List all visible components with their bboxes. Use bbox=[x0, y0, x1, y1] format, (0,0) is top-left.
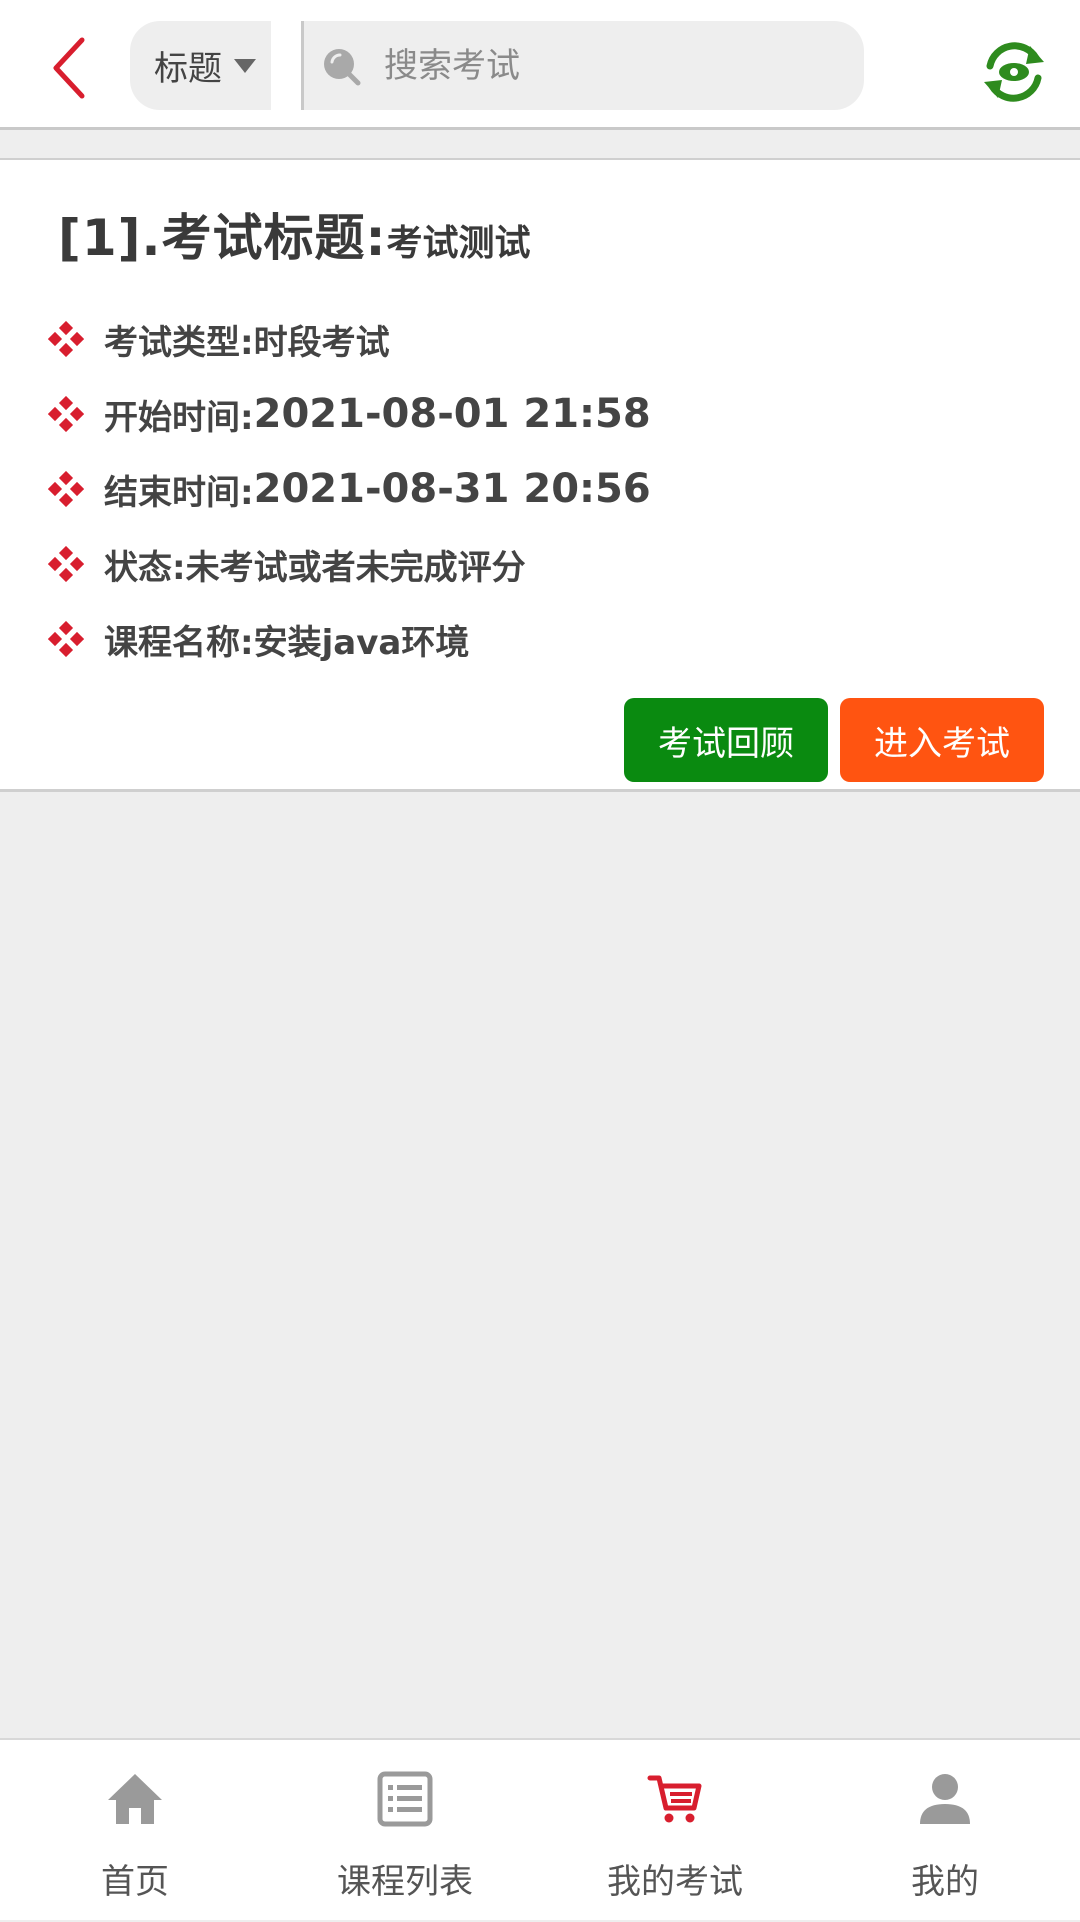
end-time-label: 结束时间: bbox=[104, 472, 254, 513]
exam-review-button[interactable]: 考试回顾 bbox=[624, 698, 828, 782]
nav-label-my-exams: 我的考试 bbox=[607, 1862, 743, 1902]
nav-item-my-exams[interactable]: 我的考试 bbox=[540, 1740, 810, 1922]
exam-type-label: 考试类型: bbox=[104, 322, 254, 363]
end-time-value: 2021-08-31 20:56 bbox=[253, 466, 651, 512]
start-time-row: 开始时间: 2021-08-01 21:58 bbox=[48, 389, 651, 439]
status-label: 状态: bbox=[104, 547, 186, 588]
exam-title: [1].考试标题:考试测试 bbox=[58, 198, 531, 270]
status-value: 未考试或者未完成评分 bbox=[185, 547, 526, 588]
course-name-value: 安装java环境 bbox=[253, 622, 470, 663]
course-name-label: 课程名称: bbox=[104, 622, 254, 663]
diamond-bullet-icon bbox=[48, 471, 84, 507]
diamond-bullet-icon bbox=[48, 546, 84, 582]
nav-item-home[interactable]: 首页 bbox=[0, 1740, 270, 1922]
nav-label-home: 首页 bbox=[101, 1862, 169, 1902]
start-time-label: 开始时间: bbox=[104, 397, 254, 438]
bottom-nav: 首页 课程列表 我的考试 我的 bbox=[0, 1738, 1080, 1920]
nav-label-course-list: 课程列表 bbox=[337, 1862, 473, 1902]
search-box[interactable] bbox=[304, 21, 864, 110]
exam-title-prefix: [1].考试标题: bbox=[58, 209, 387, 267]
home-icon bbox=[108, 1774, 162, 1824]
cart-icon bbox=[647, 1775, 702, 1823]
caret-down-icon bbox=[234, 58, 256, 73]
user-icon bbox=[920, 1774, 970, 1824]
enter-exam-button[interactable]: 进入考试 bbox=[840, 698, 1044, 782]
diamond-bullet-icon bbox=[48, 621, 84, 657]
back-button[interactable] bbox=[40, 28, 112, 108]
exam-type-row: 考试类型: 时段考试 bbox=[48, 314, 390, 364]
search-input[interactable] bbox=[382, 44, 842, 87]
start-time-value: 2021-08-01 21:58 bbox=[253, 391, 651, 437]
status-row: 状态: 未考试或者未完成评分 bbox=[48, 539, 526, 589]
search-divider bbox=[271, 21, 304, 110]
chevron-left-icon bbox=[53, 37, 85, 99]
nav-item-course-list[interactable]: 课程列表 bbox=[270, 1740, 540, 1922]
exam-card[interactable]: [1].考试标题:考试测试 考试类型: 时段考试 开始时间: 2021-08-01 … bbox=[0, 158, 1080, 792]
filter-dropdown[interactable]: 标题 bbox=[130, 21, 271, 110]
nav-label-me: 我的 bbox=[911, 1862, 979, 1902]
diamond-bullet-icon bbox=[48, 321, 84, 357]
exam-title-value: 考试测试 bbox=[386, 223, 531, 264]
refresh-icon bbox=[984, 42, 1044, 102]
end-time-row: 结束时间: 2021-08-31 20:56 bbox=[48, 464, 651, 514]
refresh-button[interactable] bbox=[980, 36, 1048, 108]
exam-type-value: 时段考试 bbox=[253, 322, 390, 363]
top-bar: 标题 bbox=[0, 0, 1080, 130]
list-icon bbox=[377, 1771, 433, 1827]
search-icon bbox=[324, 48, 361, 85]
course-name-row: 课程名称: 安装java环境 bbox=[48, 614, 469, 664]
filter-dropdown-label: 标题 bbox=[154, 49, 222, 89]
nav-item-me[interactable]: 我的 bbox=[810, 1740, 1080, 1922]
diamond-bullet-icon bbox=[48, 396, 84, 432]
